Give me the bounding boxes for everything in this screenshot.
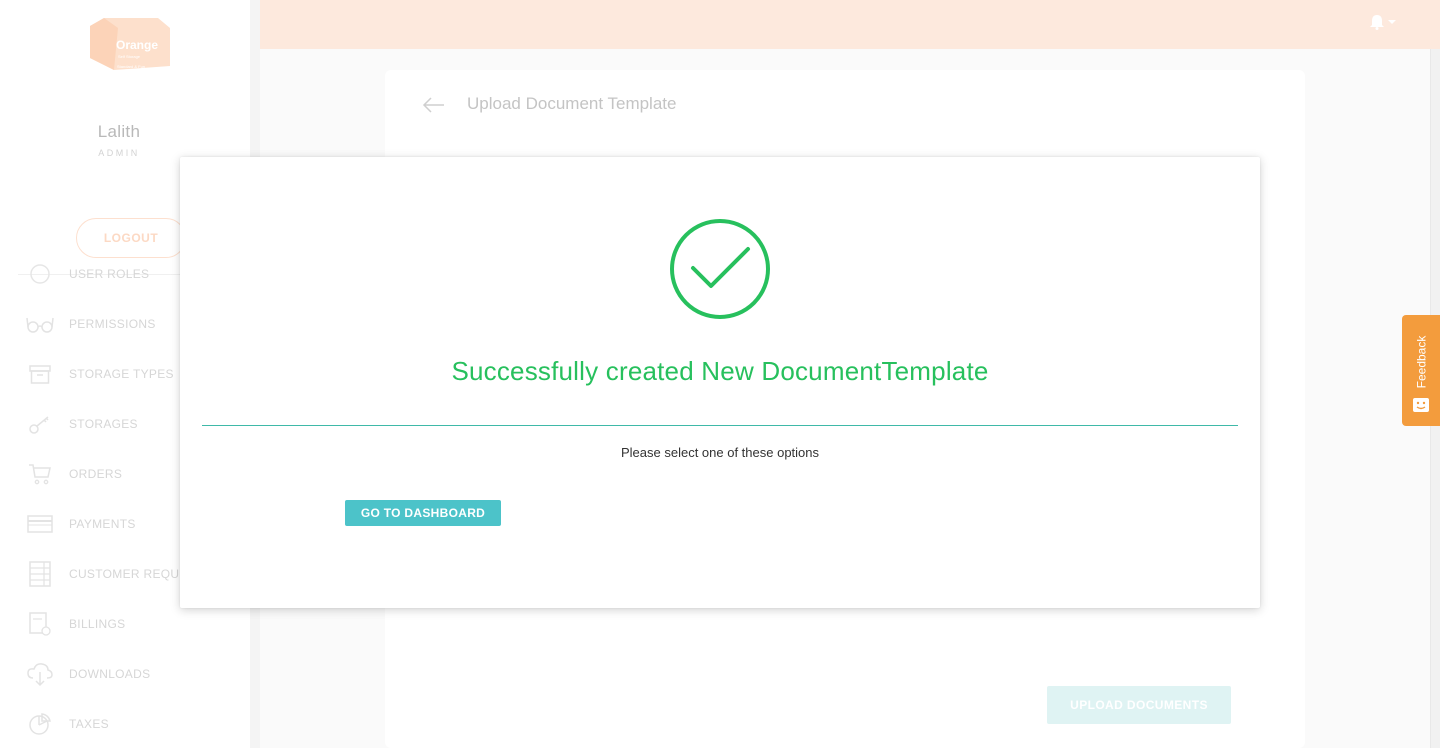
key-icon <box>26 410 54 438</box>
go-to-dashboard-button[interactable]: GO TO DASHBOARD <box>345 500 501 526</box>
page-title: Upload Document Template <box>467 94 677 113</box>
feedback-smiley-icon <box>1413 398 1429 412</box>
sidebar-item-label: TAXES <box>69 717 109 731</box>
sidebar-item-label: ORDERS <box>69 467 123 481</box>
list-icon <box>26 560 54 588</box>
sidebar-item-billings[interactable]: BILLINGS <box>26 609 250 639</box>
success-check-icon <box>670 219 770 319</box>
sidebar-item-label: STORAGES <box>69 417 138 431</box>
success-modal: Successfully created New DocumentTemplat… <box>180 157 1260 608</box>
success-message: Successfully created New DocumentTemplat… <box>451 356 989 386</box>
feedback-label: Feedback <box>1414 335 1429 389</box>
brand-logo-tagline: Standard & Fun <box>117 64 145 69</box>
sidebar-item-taxes[interactable]: TAXES <box>26 709 250 739</box>
modal-divider <box>202 425 1238 426</box>
sidebar-item-label: PAYMENTS <box>69 517 136 531</box>
caret-down-icon <box>1388 20 1396 24</box>
feedback-label-wrap: Feedback <box>1402 327 1440 397</box>
sidebar-item-downloads[interactable]: DOWNLOADS <box>26 659 250 689</box>
cart-icon <box>26 460 54 488</box>
user-roles-icon <box>26 260 54 288</box>
cloud-download-icon <box>26 660 54 688</box>
sidebar-item-label: STORAGE TYPES <box>69 367 174 381</box>
back-arrow-icon[interactable] <box>422 96 446 114</box>
bell-icon <box>1370 15 1384 30</box>
archive-box-icon <box>26 360 54 388</box>
sidebar-item-label: BILLINGS <box>69 617 126 631</box>
brand-logo[interactable]: Orange Self Storage Standard & Fun <box>88 18 172 72</box>
modal-subtext: Please select one of these options <box>620 445 820 460</box>
billing-icon <box>26 610 54 638</box>
upload-documents-button[interactable]: UPLOAD DOCUMENTS <box>1047 686 1231 724</box>
credit-card-icon <box>26 510 54 538</box>
top-bar <box>260 0 1440 49</box>
glasses-icon <box>26 310 54 338</box>
sidebar-item-label: USER ROLES <box>69 267 150 281</box>
sidebar-item-label: DOWNLOADS <box>69 667 151 681</box>
brand-logo-text: Orange <box>116 38 158 52</box>
user-name: Lalith <box>97 122 141 141</box>
notifications-dropdown[interactable] <box>1370 14 1398 30</box>
logout-button[interactable]: LOGOUT <box>76 218 186 258</box>
sidebar-item-label: PERMISSIONS <box>69 317 156 331</box>
pie-chart-icon <box>26 710 54 738</box>
brand-logo-subtext: Self Storage <box>118 54 141 59</box>
feedback-tab[interactable]: Feedback <box>1402 315 1440 426</box>
